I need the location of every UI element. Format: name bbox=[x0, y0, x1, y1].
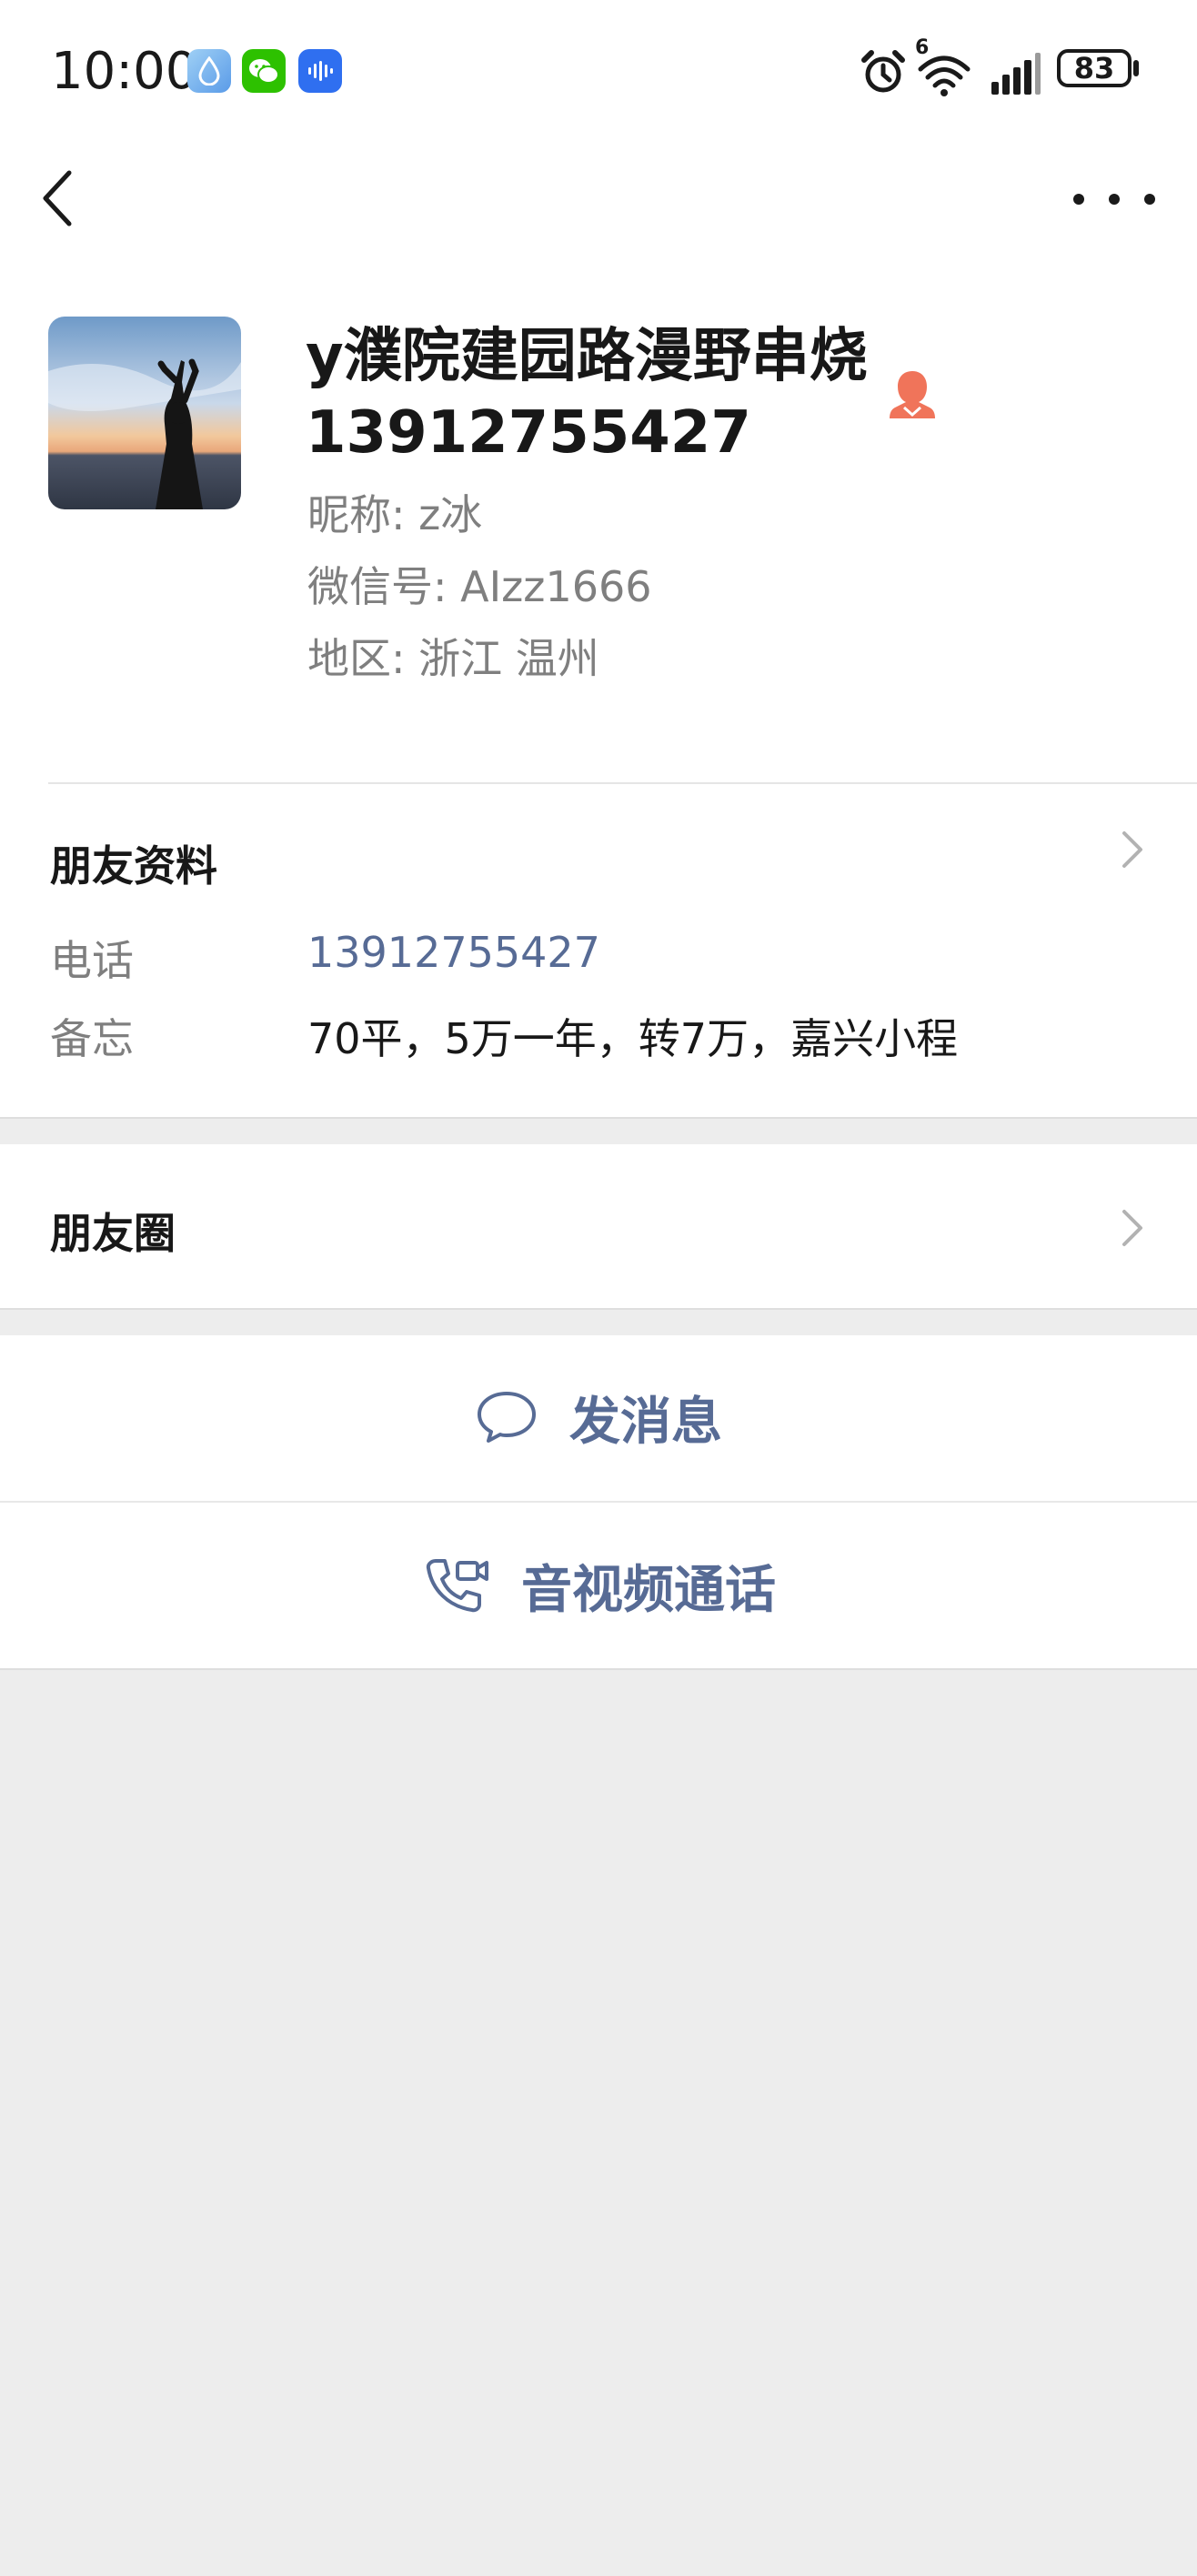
nickname-text: 昵称: z冰 bbox=[307, 490, 483, 539]
voice-video-call-button[interactable]: 音视频通话 bbox=[0, 1503, 1197, 1668]
phone-video-icon bbox=[426, 1559, 488, 1613]
chat-bubble-icon bbox=[478, 1392, 536, 1443]
battery-tip bbox=[1133, 60, 1139, 76]
chevron-right-icon bbox=[1119, 828, 1146, 871]
female-icon bbox=[888, 367, 937, 420]
battery-level: 83 bbox=[1073, 51, 1115, 86]
status-time: 10:00 bbox=[51, 42, 198, 101]
wifi-generation-label: 6 bbox=[915, 36, 930, 59]
more-dots-icon bbox=[1073, 194, 1084, 205]
avatar[interactable] bbox=[48, 317, 241, 509]
wechat-app-icon bbox=[242, 49, 286, 93]
moments-title: 朋友圈 bbox=[50, 1209, 176, 1258]
section-divider bbox=[0, 1308, 1197, 1310]
back-button[interactable] bbox=[36, 166, 80, 231]
display-name-line2: 13912755427 bbox=[306, 399, 751, 467]
chevron-left-icon bbox=[43, 170, 72, 226]
moments-row[interactable] bbox=[0, 1144, 1197, 1310]
wechat-id-text: 微信号: AIzz1666 bbox=[307, 562, 652, 611]
battery-icon: 83 bbox=[1057, 49, 1132, 87]
more-options-button[interactable] bbox=[1073, 178, 1155, 220]
phone-label: 电话 bbox=[50, 936, 134, 985]
send-message-button[interactable]: 发消息 bbox=[0, 1335, 1197, 1499]
section-divider bbox=[0, 1117, 1197, 1119]
friend-info-title: 朋友资料 bbox=[50, 841, 217, 891]
voice-app-icon bbox=[298, 49, 342, 93]
memo-text: 70平，5万一年，转7万，嘉兴小程 bbox=[307, 1014, 959, 1063]
bottom-divider bbox=[0, 1668, 1197, 1670]
display-name-line1: y濮院建园路漫野串烧 bbox=[306, 323, 868, 390]
alarm-icon bbox=[859, 44, 908, 102]
memo-label: 备忘 bbox=[50, 1014, 134, 1063]
voice-video-call-label: 音视频通话 bbox=[521, 1560, 776, 1620]
send-message-label: 发消息 bbox=[569, 1392, 722, 1452]
chevron-right-icon bbox=[1119, 1206, 1146, 1250]
drop-app-icon bbox=[187, 49, 231, 93]
profile-divider bbox=[48, 782, 1197, 784]
signal-icon bbox=[990, 44, 1042, 102]
phone-number-link[interactable]: 13912755427 bbox=[307, 928, 600, 977]
region-text: 地区: 浙江 温州 bbox=[307, 634, 599, 683]
